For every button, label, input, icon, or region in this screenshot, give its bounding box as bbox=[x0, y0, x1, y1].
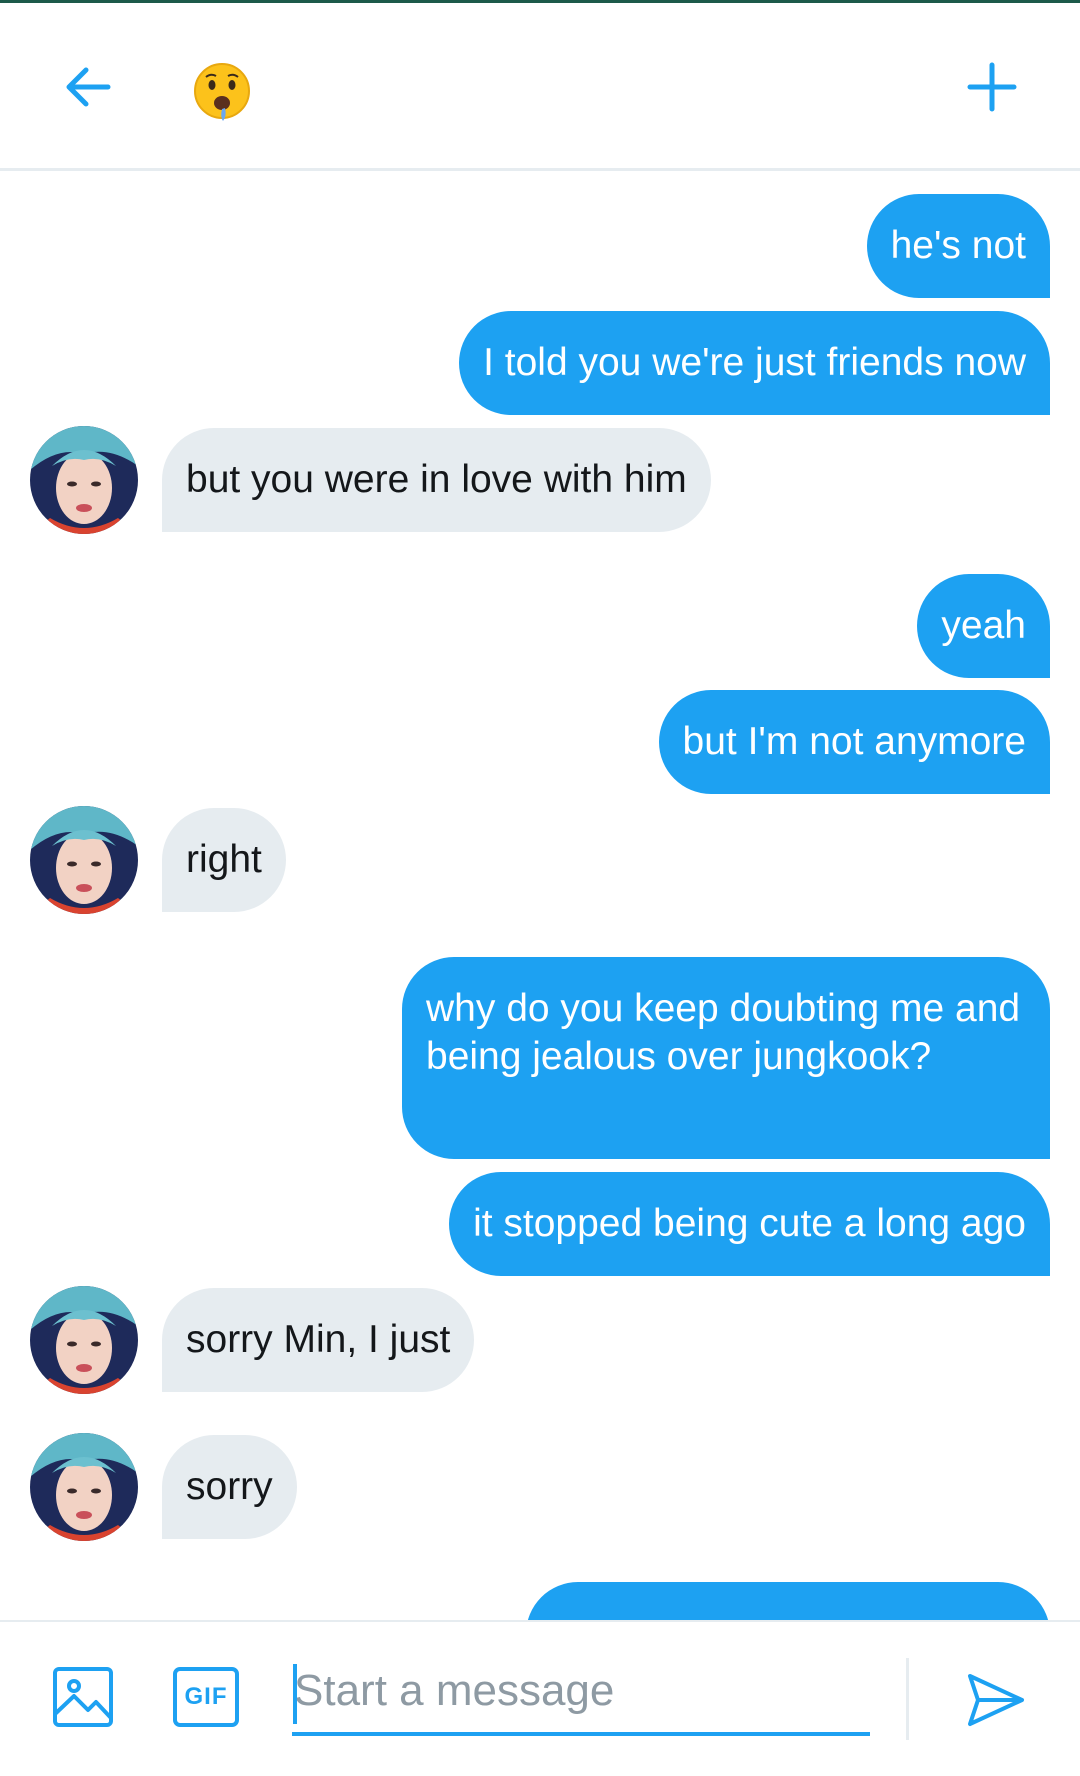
outgoing-message-bubble[interactable]: yeah bbox=[917, 574, 1050, 678]
arrow-left-icon bbox=[66, 67, 111, 107]
outgoing-message-bubble[interactable]: why do you keep doubting me and being je… bbox=[402, 957, 1050, 1159]
message-composer: GIF bbox=[0, 1620, 1080, 1776]
composer-divider bbox=[906, 1658, 909, 1740]
outgoing-message-bubble-partial[interactable] bbox=[526, 1582, 1050, 1620]
gif-label: GIF bbox=[184, 1683, 228, 1710]
message-text: it stopped being cute a long ago bbox=[473, 1202, 1026, 1245]
incoming-message-bubble[interactable]: but you were in love with him bbox=[162, 428, 711, 532]
message-input[interactable] bbox=[292, 1650, 870, 1736]
avatar[interactable] bbox=[30, 426, 138, 534]
message-text: sorry Min, I just bbox=[186, 1318, 451, 1361]
text-cursor bbox=[293, 1664, 297, 1724]
gif-button[interactable]: GIF bbox=[172, 1666, 240, 1728]
outgoing-message-bubble[interactable]: but I'm not anymore bbox=[658, 690, 1050, 794]
outgoing-message-bubble[interactable]: I told you we're just friends now bbox=[459, 311, 1050, 415]
message-text: but I'm not anymore bbox=[682, 720, 1026, 763]
avatar[interactable] bbox=[30, 1433, 138, 1541]
incoming-message-bubble[interactable]: sorry Min, I just bbox=[162, 1288, 475, 1392]
drooling-face-icon bbox=[194, 63, 250, 121]
avatar[interactable] bbox=[30, 806, 138, 914]
incoming-message-bubble[interactable]: sorry bbox=[162, 1435, 297, 1539]
profile-photo-icon bbox=[30, 1433, 138, 1541]
message-text: he's not bbox=[890, 224, 1026, 267]
profile-photo-icon bbox=[30, 426, 138, 534]
message-text: yeah bbox=[941, 604, 1026, 647]
profile-photo-icon bbox=[30, 806, 138, 914]
send-icon bbox=[968, 1674, 1024, 1726]
conversation-avatar[interactable] bbox=[186, 57, 258, 129]
profile-photo-icon bbox=[30, 1286, 138, 1394]
message-thread: he's not I told you we're just friends n… bbox=[0, 174, 1080, 1620]
plus-icon bbox=[967, 62, 1017, 112]
send-button[interactable] bbox=[958, 1662, 1034, 1738]
message-text: sorry bbox=[186, 1465, 273, 1508]
conversation-header bbox=[0, 3, 1080, 171]
image-icon bbox=[53, 1667, 113, 1727]
message-text: why do you keep doubting me and being je… bbox=[426, 987, 1021, 1078]
new-message-button[interactable] bbox=[952, 47, 1032, 127]
incoming-message-bubble[interactable]: right bbox=[162, 808, 286, 912]
message-text: but you were in love with him bbox=[186, 458, 687, 501]
add-image-button[interactable] bbox=[50, 1664, 116, 1730]
outgoing-message-bubble[interactable]: it stopped being cute a long ago bbox=[449, 1172, 1050, 1276]
outgoing-message-bubble[interactable]: he's not bbox=[866, 194, 1050, 298]
avatar[interactable] bbox=[30, 1286, 138, 1394]
message-text: I told you we're just friends now bbox=[483, 341, 1026, 384]
message-text: right bbox=[186, 838, 262, 881]
back-button[interactable] bbox=[48, 47, 128, 127]
